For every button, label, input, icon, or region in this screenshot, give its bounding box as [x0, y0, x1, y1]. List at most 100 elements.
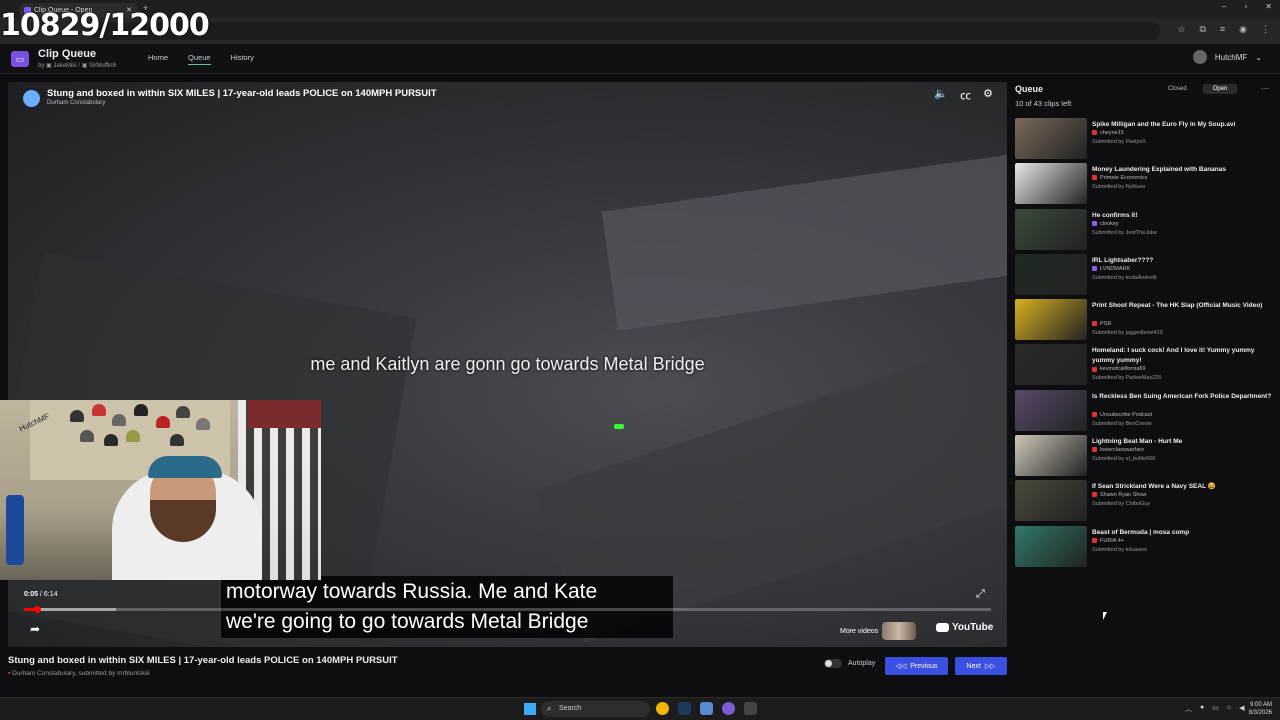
network-icon[interactable]: ⌂: [1227, 704, 1231, 714]
queue-menu-dots-icon[interactable]: ⋯: [1261, 84, 1269, 93]
queue-closed-button[interactable]: Closed: [1158, 84, 1197, 94]
close-window-icon[interactable]: ✕: [1265, 2, 1272, 11]
next-button[interactable]: Next ▷▷: [955, 657, 1007, 675]
queue-item-thumbnail[interactable]: [1015, 435, 1087, 477]
queue-item-thumbnail[interactable]: [1015, 344, 1087, 386]
queue-item-channel: lowerclasswarfare: [1092, 447, 1144, 453]
queue-item-title[interactable]: Is Reckless Ben Suing American Fork Poli…: [1092, 392, 1272, 402]
settings-gear-icon[interactable]: ⚙: [983, 87, 993, 103]
queue-item-submitter: Submitted by PastyxX: [1092, 139, 1146, 145]
user-menu[interactable]: HutchMF ⌄: [1192, 50, 1262, 64]
channel-avatar-icon[interactable]: [23, 90, 40, 107]
queue-item-thumbnail[interactable]: [1015, 525, 1087, 567]
rewind-icon: ◁◁: [895, 663, 907, 670]
queue-item-channel: Primate Economics: [1092, 175, 1147, 181]
queue-item-title[interactable]: Print Shoot Repeat - The HK Slap (Offici…: [1092, 301, 1272, 311]
media-icon[interactable]: ≡: [1220, 24, 1225, 35]
video-title[interactable]: Stung and boxed in within SIX MILES | 17…: [47, 88, 437, 99]
scrubber-handle[interactable]: [33, 606, 41, 613]
chrome-icon[interactable]: [656, 702, 669, 715]
video-channel[interactable]: Durham Constabulary: [47, 100, 105, 106]
steam-icon[interactable]: [678, 702, 691, 715]
fullscreen-icon[interactable]: ⤢: [976, 588, 985, 601]
queue-item-title[interactable]: Lightning Beat Man - Hurt Me: [1092, 437, 1272, 447]
tray-chevron-icon[interactable]: ︿: [1185, 704, 1192, 714]
queue-item-title[interactable]: Homeland: I suck cock! And I love it! Yu…: [1092, 346, 1272, 366]
youtube-icon: [936, 623, 949, 632]
app-icon[interactable]: [744, 702, 757, 715]
queue-item[interactable]: If Sean Strickland Were a Navy SEAL 😆 Sha…: [1015, 480, 1273, 525]
share-icon[interactable]: ➦: [30, 622, 40, 636]
youtube-logo[interactable]: YouTube: [936, 622, 993, 633]
queue-item-thumbnail[interactable]: [1015, 253, 1087, 295]
nav-home[interactable]: Home: [148, 53, 168, 65]
previous-button[interactable]: ◁◁ Previous: [885, 657, 948, 675]
queue-item-thumbnail[interactable]: [1015, 118, 1087, 159]
video-frame-light: [614, 424, 624, 429]
queue-item-thumbnail[interactable]: [1015, 299, 1087, 341]
queue-item-thumbnail[interactable]: [1015, 163, 1087, 205]
queue-item[interactable]: IRL Lightsaber???? LVNDMARK Submitted by k…: [1015, 253, 1273, 299]
current-clip-channel[interactable]: Durham Constabulary: [12, 670, 75, 677]
taskbar-search[interactable]: ⌕ Search: [541, 701, 650, 717]
moderator-link[interactable]: JakeMiki: [53, 63, 76, 69]
profile-icon[interactable]: ◉: [1239, 24, 1247, 35]
taskbar-clock[interactable]: 9:00 AM 8/3/2026: [1236, 701, 1272, 717]
avatar: [1192, 50, 1207, 64]
queue-item-title[interactable]: Spike Milligan and the Euro Fly in My So…: [1092, 120, 1272, 130]
discord-icon[interactable]: [722, 702, 735, 715]
queue-item-title[interactable]: He confirms it!: [1092, 211, 1272, 221]
queue-item-thumbnail[interactable]: [1015, 208, 1087, 250]
maximize-icon[interactable]: ▫: [1244, 2, 1247, 11]
autoplay-switch[interactable]: [824, 659, 842, 668]
queue-item-title[interactable]: Money Laundering Explained with Bananas: [1092, 165, 1272, 175]
nav-history[interactable]: History: [231, 53, 254, 65]
queue-item-thumbnail[interactable]: [1015, 480, 1087, 522]
moderator-link[interactable]: SirMuffin9: [89, 63, 116, 69]
queue-item-submitter: Submitted by el_bullte666: [1092, 456, 1156, 463]
minimize-icon[interactable]: –: [1222, 2, 1226, 11]
queue-item[interactable]: Money Laundering Explained with Bananas P…: [1015, 163, 1273, 208]
youtube-icon: [1092, 447, 1097, 453]
taskbar: ⌕ Search ︿ ● ▭ ⌂ ◀ 9:00 AM 8/3/2026: [0, 697, 1280, 720]
address-bar[interactable]: [90, 22, 1160, 40]
more-videos-thumbnail: [882, 622, 917, 640]
current-clip-meta: ▪ Durham Constabulary, submitted by mrbl…: [8, 670, 150, 677]
menu-dots-icon[interactable]: ⋮: [1261, 24, 1270, 35]
display-icon[interactable]: ▭: [1212, 704, 1219, 714]
queue-item-title[interactable]: If Sean Strickland Were a Navy SEAL 😆: [1092, 482, 1272, 492]
windows-start-icon[interactable]: [524, 703, 536, 715]
queue-item[interactable]: Beast of Bermuda | mosa comp FURIA 4+ Subm…: [1015, 525, 1273, 571]
extensions-icon[interactable]: ⧉: [1199, 24, 1205, 35]
volume-icon[interactable]: 🔈: [934, 87, 948, 103]
queue-item-channel: cheyne15: [1092, 130, 1124, 136]
youtube-icon: [1092, 175, 1097, 181]
queue-item[interactable]: Homeland: I suck cock! And I love it! Yu…: [1015, 344, 1273, 389]
youtube-icon: [1092, 537, 1097, 543]
queue-item[interactable]: Print Shoot Repeat - The HK Slap (Offici…: [1015, 299, 1273, 344]
more-videos-button[interactable]: More videos: [840, 622, 917, 640]
queue-open-button[interactable]: Open: [1202, 84, 1238, 94]
current-clip-submitter[interactable]: mrbluntskiii: [117, 670, 150, 677]
queue-count: 10 of 43 clips left: [1015, 99, 1072, 108]
nav-queue[interactable]: Queue: [188, 53, 211, 65]
autoplay-toggle[interactable]: Autoplay: [824, 659, 875, 668]
queue-item[interactable]: He confirms it! clookey Submitted by JestT…: [1015, 208, 1273, 254]
queue-item-title[interactable]: Beast of Bermuda | mosa comp: [1092, 528, 1272, 538]
captions-icon[interactable]: ㏄: [960, 87, 971, 103]
progress-bar[interactable]: [24, 606, 991, 613]
tray-app-icon[interactable]: ●: [1200, 704, 1204, 714]
bookmark-star-icon[interactable]: ☆: [1177, 24, 1185, 35]
queue-item-submitter: Submitted by Nyhluss: [1092, 184, 1146, 191]
queue-item[interactable]: Spike Milligan and the Euro Fly in My So…: [1015, 118, 1273, 163]
queue-item-thumbnail[interactable]: [1015, 389, 1087, 431]
file-icon[interactable]: [700, 702, 713, 715]
time-display: 0:05 / 6:14: [24, 591, 58, 598]
youtube-icon: [1092, 130, 1097, 136]
queue-item[interactable]: Is Reckless Ben Suing American Fork Poli…: [1015, 389, 1273, 435]
burned-in-caption: me and Kaitlyn are gonn go towards Metal…: [310, 354, 705, 374]
stream-counter-overlay: 10829/12000: [0, 8, 210, 43]
queue-item-title[interactable]: IRL Lightsaber????: [1092, 256, 1272, 266]
queue-item[interactable]: Lightning Beat Man - Hurt Me lowerclasswa…: [1015, 435, 1273, 480]
queue-item-channel: Shawn Ryan Show: [1092, 492, 1146, 498]
